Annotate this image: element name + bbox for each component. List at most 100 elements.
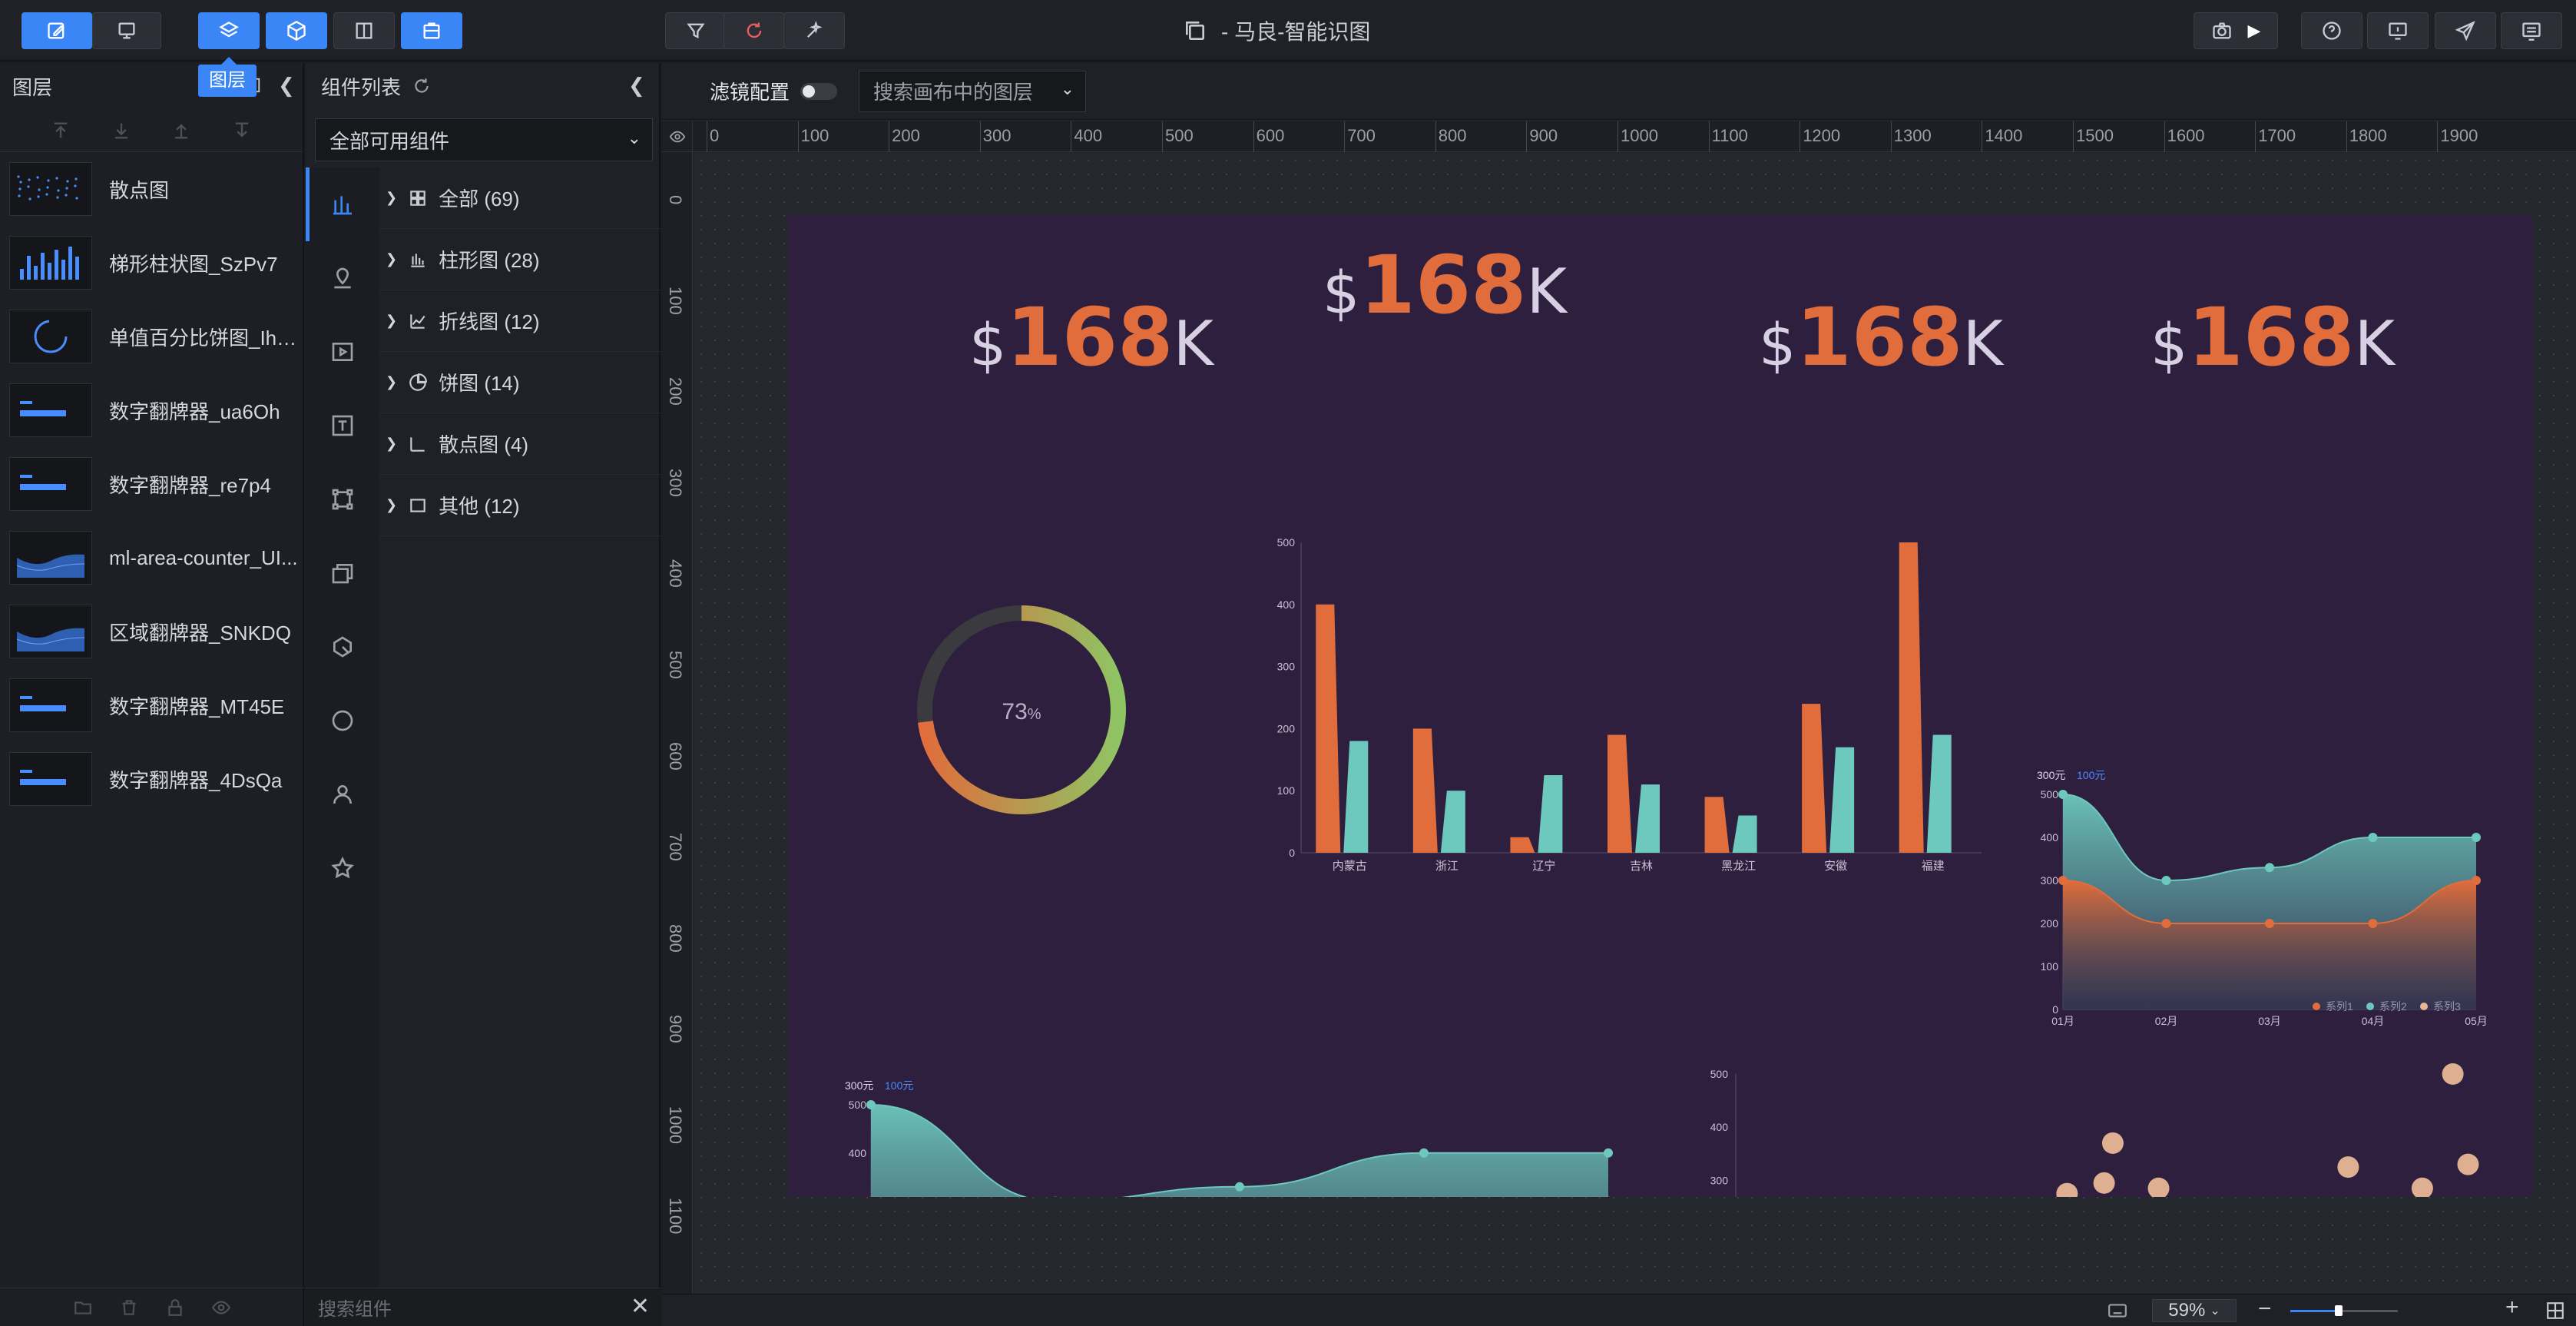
snapshot-button[interactable]: ▶ — [2194, 12, 2278, 49]
rail-user-button[interactable] — [306, 757, 379, 831]
collapse-components-icon[interactable]: ❮ — [628, 74, 645, 98]
refresh-button[interactable] — [723, 12, 785, 49]
zoom-select[interactable]: 59% ⌄ — [2152, 1299, 2237, 1322]
ring-value-label: 73% — [1002, 699, 1041, 724]
publish-button[interactable] — [2435, 12, 2496, 49]
number-thumb-icon — [20, 696, 66, 711]
edit-mode-button[interactable] — [22, 12, 92, 49]
ruler-corner-toggle[interactable] — [662, 121, 693, 152]
rail-media-button[interactable] — [306, 315, 379, 389]
refresh-small-icon[interactable] — [412, 76, 432, 96]
magic-button[interactable] — [783, 12, 845, 49]
layer-item[interactable]: 梯形柱状图_SzPv7 — [0, 226, 303, 300]
layer-item[interactable]: 数字翻牌器_4DsQa — [0, 742, 303, 816]
area-bottom-point — [1604, 1148, 1613, 1158]
keyboard-icon[interactable] — [2106, 1301, 2129, 1321]
layer-name: 数字翻牌器_re7p4 — [109, 473, 271, 497]
preview-mode-button[interactable] — [92, 12, 161, 49]
component-category[interactable]: ❯ 饼图 (14) — [379, 352, 661, 413]
component-category-label: 散点图 (4) — [439, 433, 529, 456]
component-category[interactable]: ❯ 散点图 (4) — [379, 413, 661, 475]
folder-icon[interactable] — [73, 1298, 93, 1318]
ruler-tick: 1900 — [2437, 121, 2478, 152]
area-thumb-icon — [16, 554, 85, 578]
preview-screen-button[interactable] — [2367, 12, 2429, 49]
component-search-input[interactable]: 搜索组件 — [318, 1294, 392, 1321]
bar-y-tick: 0 — [1289, 847, 1295, 859]
panel-toggle-button[interactable] — [333, 12, 395, 49]
layer-item[interactable]: 数字翻牌器_ua6Oh — [0, 373, 303, 447]
bar-mark — [1732, 815, 1757, 853]
zoom-slider-handle[interactable] — [2335, 1305, 2343, 1316]
canvas-layer-search[interactable]: 搜索画布中的图层 ⌄ — [859, 70, 1087, 112]
send-icon — [2455, 21, 2475, 41]
area-right-x-tick: 01月 — [2051, 1015, 2074, 1027]
move-down-icon[interactable] — [231, 120, 253, 141]
layers-panel-title: 图层 — [12, 75, 53, 99]
bar-mark — [1608, 734, 1632, 853]
rail-favorites-button[interactable] — [306, 831, 379, 905]
rail-material-button[interactable] — [306, 536, 379, 610]
edit-icon — [48, 22, 65, 39]
layer-item[interactable]: 数字翻牌器_re7p4 — [0, 447, 303, 521]
scatter-point — [2457, 1153, 2479, 1175]
component-search[interactable]: 搜索组件 ✕ — [306, 1288, 661, 1326]
dashboard-screen[interactable]: $168K $168K $168K $168K 73% 0 100 200 30… — [788, 215, 2533, 1197]
lock-icon[interactable] — [165, 1298, 185, 1318]
area-right-point — [2265, 919, 2274, 928]
area-thumb-icon — [16, 628, 85, 651]
component-category[interactable]: ❯ 柱形图 (28) — [379, 229, 661, 290]
filter-button[interactable] — [665, 12, 727, 49]
canvas-workspace[interactable]: $168K $168K $168K $168K 73% 0 100 200 30… — [694, 154, 2576, 1294]
bar-x-tick: 黑龙江 — [1721, 860, 1756, 873]
bar-mark — [1802, 704, 1827, 853]
layer-item[interactable]: 数字翻牌器_MT45E — [0, 668, 303, 742]
layer-item[interactable]: 单值百分比饼图_IhvRi — [0, 300, 303, 373]
filter-config-toggle[interactable] — [800, 82, 838, 100]
area-right-point — [2472, 833, 2481, 842]
close-icon[interactable]: ✕ — [631, 1293, 650, 1320]
rail-text-button[interactable] — [306, 389, 379, 462]
fit-screen-icon[interactable] — [2545, 1301, 2565, 1321]
component-category[interactable]: ❯ 全部 (69) — [379, 167, 661, 229]
layers-panel-header: 图层 ❮ — [0, 63, 303, 109]
layers-toggle-button[interactable] — [198, 12, 260, 49]
layer-item[interactable]: 区域翻牌器_SNKDQ — [0, 595, 303, 668]
bar-mark — [1899, 542, 1924, 853]
components-toggle-button[interactable] — [266, 12, 327, 49]
canvas-layer-search-input[interactable]: 搜索画布中的图层 — [873, 77, 1033, 105]
bar-mark — [1635, 784, 1660, 853]
delete-icon[interactable] — [119, 1298, 139, 1318]
rail-interaction-button[interactable] — [306, 610, 379, 684]
component-filter-select[interactable]: 全部可用组件 ⌄ — [315, 118, 653, 161]
move-to-top-icon[interactable] — [50, 120, 71, 141]
ruler-tick: 300 — [979, 121, 1012, 152]
layer-item[interactable]: ml-area-counter_UI... — [0, 521, 303, 595]
rail-shape-button[interactable] — [306, 462, 379, 536]
rail-other-button[interactable] — [306, 684, 379, 757]
eye-icon[interactable] — [211, 1298, 231, 1318]
component-category[interactable]: ❯ 其他 (12) — [379, 475, 661, 536]
text-icon — [332, 415, 353, 436]
scatter-point — [2442, 1063, 2464, 1085]
ruler-tick: 1700 — [2255, 121, 2296, 152]
scatter-point — [2411, 1177, 2433, 1197]
move-up-icon[interactable] — [171, 120, 192, 141]
move-to-bottom-icon[interactable] — [111, 120, 132, 141]
layer-item[interactable]: 散点图 — [0, 152, 303, 226]
camera-icon — [2212, 22, 2231, 39]
ruler-tick: 500 — [1162, 121, 1194, 152]
collapse-layers-icon[interactable]: ❮ — [278, 74, 295, 98]
component-category-label: 饼图 (14) — [439, 372, 520, 395]
user-icon — [333, 785, 352, 804]
zoom-out-icon[interactable]: − — [2258, 1296, 2272, 1322]
more-button[interactable] — [2501, 12, 2562, 49]
zoom-slider[interactable] — [2290, 1305, 2398, 1316]
rail-chart-button[interactable] — [306, 167, 379, 241]
rail-map-button[interactable] — [306, 241, 379, 315]
zoom-in-icon[interactable]: + — [2505, 1295, 2519, 1321]
help-button[interactable] — [2301, 12, 2362, 49]
ruler-tick: 800 — [666, 923, 685, 953]
component-category[interactable]: ❯ 折线图 (12) — [379, 290, 661, 352]
toolbox-toggle-button[interactable] — [401, 12, 462, 49]
